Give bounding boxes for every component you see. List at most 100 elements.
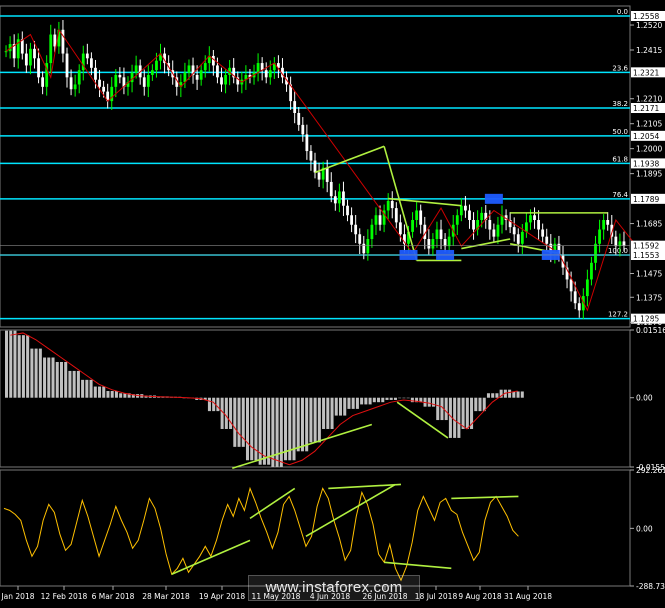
candle-body — [142, 77, 146, 87]
candle-body — [297, 113, 301, 125]
candle-body — [398, 222, 402, 235]
divergence-box — [484, 193, 503, 204]
candle-body — [98, 79, 101, 87]
candle-body — [65, 53, 69, 78]
chart-stage: 0.0 23.6 38.2 50.0 61.8 76.4 100.0 127.2 1.2558… — [0, 0, 665, 604]
histogram-bar — [491, 393, 495, 398]
histogram-bar — [216, 397, 220, 412]
time-tick-label: 18 Jul 2018 — [415, 592, 458, 601]
candle-body — [4, 51, 8, 53]
candle-body — [150, 70, 154, 75]
candle-body — [77, 70, 81, 85]
histogram-bar — [98, 386, 102, 398]
fib-level-label: 23.6 — [612, 64, 628, 72]
histogram-bar — [64, 361, 68, 398]
candle-body — [606, 220, 610, 225]
candle-body — [492, 229, 496, 237]
histogram-bar — [453, 397, 457, 438]
histogram-bar — [59, 361, 63, 398]
candle-body — [439, 229, 443, 240]
histogram-bar — [322, 397, 326, 429]
histogram-bar — [368, 397, 372, 405]
candle-body — [468, 210, 471, 220]
histogram-bar — [389, 397, 393, 400]
candle-body — [585, 279, 589, 297]
histogram-bar — [267, 397, 271, 465]
candle-body — [622, 241, 626, 246]
candle-body — [268, 70, 272, 78]
candle-body — [350, 215, 353, 225]
histogram-bar — [520, 391, 524, 398]
histogram-bar — [465, 397, 469, 429]
histogram-bar — [398, 397, 402, 399]
histogram-bar — [478, 397, 482, 412]
candle-body — [195, 74, 199, 80]
candle-body — [301, 124, 305, 135]
histogram-bar — [330, 397, 334, 429]
candle-body — [146, 74, 150, 87]
candle-body — [187, 65, 191, 73]
candle-body — [529, 215, 532, 223]
candle-body — [85, 53, 89, 59]
candle-body — [264, 70, 268, 78]
candle-body — [90, 58, 93, 68]
candle-body — [594, 243, 597, 263]
candle-body — [480, 212, 484, 220]
trend-line — [314, 145, 385, 174]
histogram-bar — [372, 397, 376, 403]
histogram-bar — [93, 386, 97, 398]
oscillator-panel-frame — [0, 469, 631, 587]
oscillator-trend-line — [171, 539, 251, 576]
candle-body — [431, 239, 435, 249]
histogram-bar — [34, 348, 38, 398]
histogram-bar — [30, 348, 34, 398]
histogram-bar — [279, 397, 283, 467]
histogram-bar — [119, 393, 123, 398]
candle-body — [203, 63, 207, 71]
candle-body — [305, 134, 309, 152]
fib-level-label: 0.0 — [617, 8, 628, 16]
time-tick-label: 28 Mar 2018 — [142, 592, 190, 601]
histogram-bar — [55, 361, 59, 398]
oscillator-line — [3, 483, 519, 582]
histogram-bar — [461, 397, 465, 429]
histogram-bar — [85, 379, 89, 398]
price-tick-label: 1.1895 — [636, 170, 662, 179]
histogram-bar — [313, 397, 317, 443]
histogram-bar — [351, 397, 355, 409]
histogram-bar — [9, 330, 13, 398]
candle-body — [533, 215, 536, 220]
histogram-bar — [237, 397, 241, 447]
histogram-bar — [512, 391, 516, 398]
histogram-bar — [486, 393, 490, 398]
candle-body — [464, 205, 467, 211]
candle-body — [37, 58, 40, 78]
candle-body — [211, 55, 215, 66]
oscillator-tick-label: 292.2619 — [636, 466, 665, 475]
histogram-bar — [343, 397, 347, 416]
histogram-bar — [275, 397, 279, 467]
price-candles — [4, 20, 626, 320]
histogram-bar — [224, 397, 228, 429]
histogram-bar — [258, 397, 262, 465]
histogram-tick-label: 0.00 — [636, 394, 653, 403]
candle-body — [61, 29, 65, 54]
price-tick-label: 1.2210 — [636, 95, 662, 104]
price-axis: 1.2558 1.2321 1.2171 1.2054 1.1938 1.1789 1.15… — [0, 10, 665, 591]
histogram-bar — [102, 386, 106, 398]
histogram-bar — [292, 397, 296, 461]
candle-body — [435, 229, 439, 240]
trend-line — [388, 197, 462, 207]
fib-level-label: 61.8 — [612, 155, 628, 163]
candle-body — [325, 167, 329, 182]
candle-body — [598, 229, 601, 244]
histogram-tick-label: 0.01516 — [636, 326, 665, 335]
histogram-bar — [436, 397, 440, 421]
candle-body — [516, 234, 520, 244]
candle-body — [33, 48, 36, 59]
fib-price-tag: 1.2321 — [633, 68, 659, 77]
candle-body — [73, 84, 77, 90]
histogram-bar — [296, 397, 300, 452]
histogram-bar — [68, 370, 72, 398]
histogram-bar — [410, 397, 414, 403]
